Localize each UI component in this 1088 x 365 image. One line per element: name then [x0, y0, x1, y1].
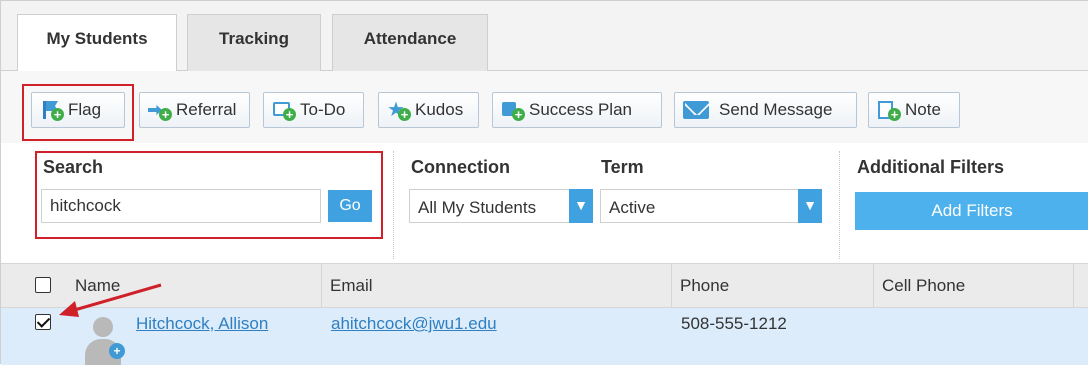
- referral-button-label: Referral: [176, 100, 237, 119]
- tab-attendance[interactable]: Attendance: [332, 14, 488, 72]
- mail-icon: [683, 101, 709, 119]
- note-button-label: Note: [905, 100, 941, 119]
- kudos-button[interactable]: ★ + Kudos: [378, 92, 479, 128]
- success-plan-icon: +: [501, 99, 525, 121]
- avatar[interactable]: +: [81, 313, 125, 365]
- column-divider: [1073, 264, 1074, 308]
- connection-select[interactable]: All My Students ▼: [409, 189, 593, 223]
- success-plan-button[interactable]: + Success Plan: [492, 92, 662, 128]
- student-name-link[interactable]: Hitchcock, Allison: [136, 314, 268, 334]
- column-header-email[interactable]: Email: [321, 264, 671, 308]
- magnify-icon: +: [109, 343, 125, 359]
- todo-icon: +: [272, 99, 296, 121]
- tab-my-students[interactable]: My Students: [17, 14, 177, 72]
- row-checkbox[interactable]: [35, 314, 51, 330]
- kudos-icon: ★ +: [387, 99, 411, 121]
- todo-button-label: To-Do: [300, 100, 346, 119]
- table-header: Name Email Phone Cell Phone: [1, 263, 1088, 308]
- chevron-down-icon: ▼: [798, 189, 822, 223]
- search-label: Search: [43, 157, 104, 177]
- success-plan-button-label: Success Plan: [529, 100, 632, 119]
- app-frame: My Students Tracking Attendance + Flag +…: [0, 0, 1088, 365]
- note-button[interactable]: + Note: [868, 92, 960, 128]
- table-row[interactable]: Hitchcock, Allison ahitchcock@jwu1.edu 5…: [1, 308, 1088, 365]
- filter-divider: [393, 151, 394, 259]
- referral-icon: +: [148, 99, 172, 121]
- column-header-phone[interactable]: Phone: [671, 264, 873, 308]
- go-button[interactable]: Go: [328, 190, 372, 222]
- student-email-link[interactable]: ahitchcock@jwu1.edu: [331, 314, 497, 334]
- tab-bar: My Students Tracking Attendance: [1, 1, 1088, 72]
- flag-icon: +: [40, 99, 64, 121]
- connection-label: Connection: [411, 157, 510, 177]
- column-header-cell-phone[interactable]: Cell Phone: [873, 264, 1073, 308]
- flag-button[interactable]: + Flag: [31, 92, 125, 128]
- action-toolbar: + Flag + Referral + To-Do ★ + Kudos + Suc…: [1, 71, 1088, 143]
- connection-select-value: All My Students: [418, 198, 537, 217]
- kudos-button-label: Kudos: [415, 100, 464, 119]
- select-all-checkbox[interactable]: [35, 277, 51, 293]
- chevron-down-icon: ▼: [569, 189, 593, 223]
- term-select-value: Active: [609, 198, 656, 217]
- add-filters-button[interactable]: Add Filters: [855, 192, 1088, 230]
- term-label: Term: [601, 157, 644, 177]
- column-header-name[interactable]: Name: [67, 264, 321, 308]
- term-select[interactable]: Active ▼: [600, 189, 822, 223]
- flag-button-label: Flag: [68, 100, 102, 119]
- todo-button[interactable]: + To-Do: [263, 92, 364, 128]
- tab-tracking[interactable]: Tracking: [187, 14, 321, 72]
- note-icon: +: [877, 99, 901, 121]
- send-message-button[interactable]: Send Message: [674, 92, 857, 128]
- filter-divider: [839, 151, 840, 259]
- search-input[interactable]: [41, 189, 321, 223]
- send-message-button-label: Send Message: [719, 100, 833, 119]
- additional-filters-label: Additional Filters: [857, 157, 1005, 177]
- student-phone: 508-555-1212: [681, 314, 787, 333]
- referral-button[interactable]: + Referral: [139, 92, 250, 128]
